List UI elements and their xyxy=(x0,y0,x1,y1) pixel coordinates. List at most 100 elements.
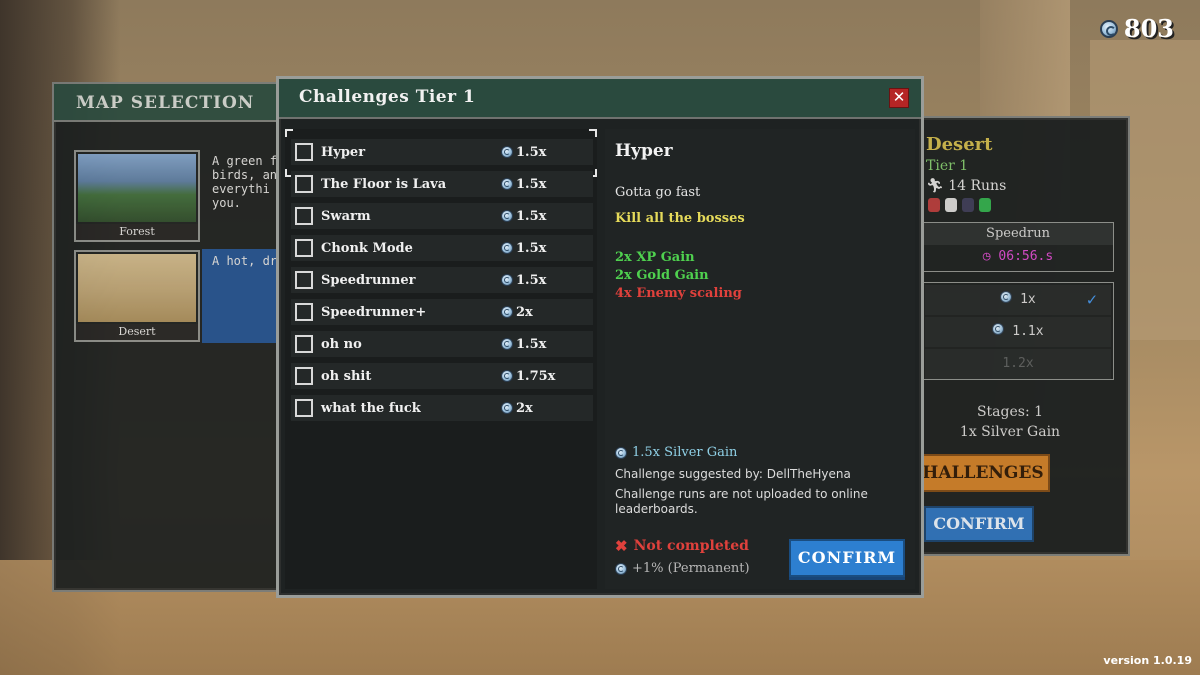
silver-currency: 803 xyxy=(1099,14,1174,43)
map-card-forest[interactable]: Forest xyxy=(74,150,200,242)
challenge-name: The Floor is Lava xyxy=(321,176,447,192)
challenge-multiplier: 2x xyxy=(501,305,533,320)
challenge-list: Hyper 1.5x The Floor is Lava 1.5x Swarm … xyxy=(285,129,597,589)
map-info-tier: Tier 1 xyxy=(926,158,969,174)
challenge-checkbox[interactable] xyxy=(295,367,313,385)
multiplier-value: 1.5x xyxy=(516,240,547,256)
confirm-button[interactable]: CONFIRM xyxy=(789,539,905,577)
speedrun-label: Speedrun xyxy=(923,223,1113,245)
challenge-checkbox[interactable] xyxy=(295,175,313,193)
silver-coin-icon xyxy=(501,338,513,350)
modifier-enemy-scaling: 4x Enemy scaling xyxy=(615,286,742,301)
silver-gain: 1x Silver Gain xyxy=(959,424,1061,440)
challenge-row[interactable]: Speedrunner+ 2x xyxy=(291,299,593,325)
runner-icon: 🏃︎ xyxy=(926,178,949,194)
selection-corner xyxy=(285,129,293,137)
permanent-bonus: +1% (Permanent) xyxy=(615,561,750,576)
challenge-name: Swarm xyxy=(321,208,371,224)
silver-coin-icon xyxy=(501,402,513,414)
challenge-checkbox[interactable] xyxy=(295,399,313,417)
challenge-name: what the fuck xyxy=(321,400,421,416)
silver-amount: 803 xyxy=(1123,14,1174,43)
multiplier-value: 1.5x xyxy=(516,176,547,192)
difficulty-option[interactable]: 1x ✓ xyxy=(925,285,1111,315)
completed-characters xyxy=(928,198,991,212)
detail-goal: Kill all the bosses xyxy=(615,211,745,226)
map-info-runs: 🏃︎ 14 Runs xyxy=(926,178,1006,194)
silver-coin-icon xyxy=(615,446,627,459)
speedrun-box: Speedrun ◷ 06:56.s xyxy=(922,222,1114,272)
detail-description: Gotta go fast xyxy=(615,185,701,200)
challenges-dialog: Challenges Tier 1 ✕ Hyper 1.5x The Floor… xyxy=(276,76,924,598)
silver-coin-icon xyxy=(992,323,1005,335)
difficulty-label: 1x xyxy=(1020,292,1036,307)
challenge-row[interactable]: what the fuck 2x xyxy=(291,395,593,421)
challenge-checkbox[interactable] xyxy=(295,303,313,321)
difficulty-option[interactable]: 1.1x xyxy=(925,317,1111,347)
challenge-detail: Hyper Gotta go fast Kill all the bosses … xyxy=(605,129,915,589)
challenge-row[interactable]: oh shit 1.75x xyxy=(291,363,593,389)
challenge-checkbox[interactable] xyxy=(295,271,313,289)
silver-coin-icon xyxy=(501,178,513,190)
detail-silver-gain: 1.5x Silver Gain xyxy=(615,445,737,460)
multiplier-value: 2x xyxy=(516,304,533,320)
map-card-desert[interactable]: Desert xyxy=(74,250,200,342)
character-avatar-icon xyxy=(962,198,974,212)
version-label: version 1.0.19 xyxy=(1103,654,1192,667)
challenges-button[interactable]: HALLENGES xyxy=(916,454,1050,492)
completion-status: ✖ Not completed xyxy=(615,537,749,555)
character-avatar-icon xyxy=(979,198,991,212)
difficulty-label: 1.1x xyxy=(1012,324,1044,339)
challenge-checkbox[interactable] xyxy=(295,239,313,257)
silver-coin-icon xyxy=(501,210,513,222)
challenge-checkbox[interactable] xyxy=(295,143,313,161)
challenge-name: Speedrunner+ xyxy=(321,304,427,320)
challenge-name: Speedrunner xyxy=(321,272,416,288)
detail-modifiers: 2x XP Gain 2x Gold Gain 4x Enemy scaling xyxy=(615,249,742,303)
difficulty-option-locked: 1.2x xyxy=(925,349,1111,379)
challenge-row[interactable]: Swarm 1.5x xyxy=(291,203,593,229)
close-button[interactable]: ✕ xyxy=(889,88,909,108)
map-info-panel: Desert Tier 1 🏃︎ 14 Runs Speedrun ◷ 06:5… xyxy=(890,116,1130,556)
speedrun-time: ◷ 06:56.s xyxy=(923,245,1113,269)
difficulty-label: 1.2x xyxy=(1002,356,1034,371)
challenge-row[interactable]: oh no 1.5x xyxy=(291,331,593,357)
modifier-gold-gain: 2x Gold Gain xyxy=(615,268,709,283)
permanent-bonus-text: +1% (Permanent) xyxy=(632,561,750,576)
challenge-multiplier: 1.5x xyxy=(501,177,546,192)
forest-thumbnail xyxy=(78,154,196,222)
silver-coin-icon xyxy=(501,146,513,158)
challenge-row[interactable]: Speedrunner 1.5x xyxy=(291,267,593,293)
challenge-checkbox[interactable] xyxy=(295,335,313,353)
multiplier-value: 1.75x xyxy=(516,368,556,384)
clock-icon: ◷ xyxy=(982,249,999,264)
challenge-checkbox[interactable] xyxy=(295,207,313,225)
silver-coin-icon xyxy=(615,562,627,575)
multiplier-value: 2x xyxy=(516,400,533,416)
map-confirm-button[interactable]: CONFIRM xyxy=(924,506,1034,542)
detail-title: Hyper xyxy=(615,141,673,161)
map-card-label: Desert xyxy=(76,324,198,340)
silver-coin-icon xyxy=(1000,291,1013,303)
challenge-row[interactable]: The Floor is Lava 1.5x xyxy=(291,171,593,197)
challenge-name: oh shit xyxy=(321,368,372,384)
silver-coin-icon xyxy=(501,242,513,254)
close-icon: ✕ xyxy=(892,88,906,106)
map-card-label: Forest xyxy=(76,224,198,240)
challenge-multiplier: 2x xyxy=(501,401,533,416)
check-icon: ✓ xyxy=(1086,290,1097,310)
challenge-row[interactable]: Hyper 1.5x xyxy=(291,139,593,165)
map-info-title: Desert xyxy=(926,134,993,155)
challenge-multiplier: 1.5x xyxy=(501,209,546,224)
difficulty-selector: 1x ✓ 1.1x 1.2x xyxy=(922,282,1114,380)
selection-corner xyxy=(589,129,597,137)
challenge-multiplier: 1.75x xyxy=(501,369,555,384)
challenge-row[interactable]: Chonk Mode 1.5x xyxy=(291,235,593,261)
modifier-xp-gain: 2x XP Gain xyxy=(615,250,695,265)
status-text: Not completed xyxy=(633,538,749,554)
stages-count: Stages: 1 xyxy=(976,404,1044,420)
runs-count: 14 Runs xyxy=(948,178,1007,194)
multiplier-value: 1.5x xyxy=(516,272,547,288)
challenge-multiplier: 1.5x xyxy=(501,145,546,160)
silver-coin-icon xyxy=(501,370,513,382)
